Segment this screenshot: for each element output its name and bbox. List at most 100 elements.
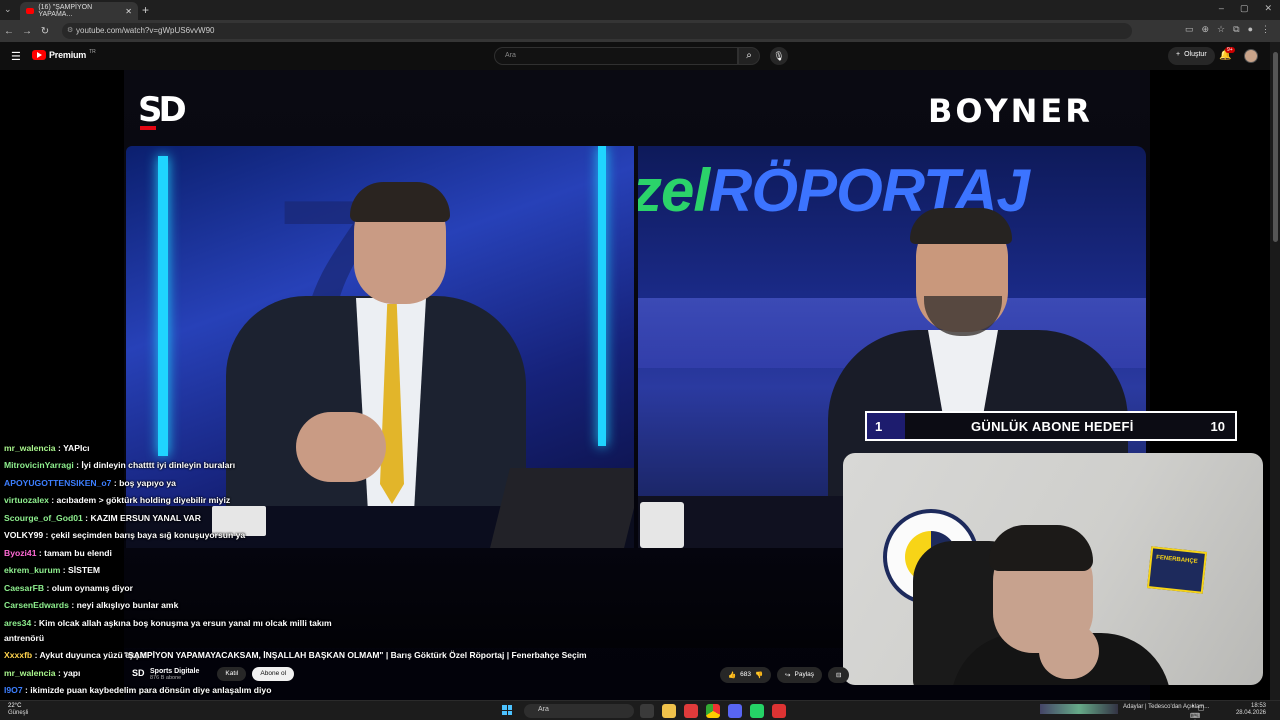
subscriber-goal-overlay: 1 GÜNLÜK ABONE HEDEFİ 10: [865, 411, 1237, 441]
whatsapp-icon[interactable]: [750, 704, 764, 718]
minimize-button[interactable]: –: [1219, 3, 1224, 14]
extension-icons: ▭ ⊕ ☆ ⧉ ● ⋮: [1185, 24, 1270, 35]
zoom-icon[interactable]: ⊕: [1202, 24, 1210, 35]
browser-tab[interactable]: (16) "ŞAMPİYON YAPAMA... ✕: [20, 2, 138, 20]
like-count: 683: [740, 671, 751, 678]
file-explorer-icon[interactable]: [662, 704, 676, 718]
join-button[interactable]: Katıl: [217, 667, 247, 681]
weather-widget[interactable]: 22°C Güneşli: [8, 703, 28, 717]
extensions-icon[interactable]: ⧉: [1233, 24, 1239, 35]
chat-separator: :: [44, 583, 52, 593]
chat-username[interactable]: CarsenEdwards: [4, 600, 69, 610]
chat-username[interactable]: Scourge_of_God01: [4, 513, 83, 523]
page-scrollbar[interactable]: [1270, 42, 1280, 720]
chat-separator: :: [43, 530, 51, 540]
chat-username[interactable]: MitrovicinYarragi: [4, 460, 74, 470]
media-thumbnail[interactable]: [1040, 704, 1118, 714]
tab-title: (16) "ŞAMPİYON YAPAMA...: [38, 4, 93, 18]
windows-start-icon[interactable]: [502, 705, 512, 715]
video-player[interactable]: SD BOYNER 7 zelRÖPORTAJ 1 GÜNLÜK ABONE H…: [0, 70, 1270, 700]
share-button[interactable]: ↪ Paylaş: [777, 667, 823, 683]
tray-icons[interactable]: ⌃ ▢ ⌨ 🔊: [1190, 704, 1209, 720]
channel-row: SD Sports Digitale 876 B abone Katıl Abo…: [132, 667, 295, 681]
chat-text: olum oynamış diyor: [51, 583, 133, 593]
discord-icon[interactable]: [728, 704, 742, 718]
chat-message: CarsenEdwards : neyi alkışlıyo bunlar am…: [4, 600, 178, 610]
chat-separator: :: [48, 495, 57, 505]
search-input[interactable]: Ara: [494, 47, 738, 65]
cast-icon[interactable]: ▭: [1185, 24, 1194, 35]
bookmark-icon: ⊟: [836, 672, 842, 679]
subscriber-count: 876 B abone: [150, 674, 182, 681]
microphone-icon[interactable]: 🎙: [770, 47, 788, 65]
youtube-play-icon: [32, 50, 46, 60]
chat-username[interactable]: virtuozalex: [4, 495, 49, 505]
chat-username[interactable]: Byozi41: [4, 548, 36, 558]
clock[interactable]: 18:53 28.04.2026: [1226, 703, 1266, 717]
notifications-bell-icon[interactable]: 🔔 9+: [1219, 47, 1235, 61]
chat-username[interactable]: I9O7: [4, 685, 23, 695]
avatar[interactable]: [1244, 49, 1258, 63]
browser-menu-icon[interactable]: ⋮: [1261, 24, 1270, 35]
video-actions: 👍 683 👎 ↪ Paylaş ⊟: [720, 667, 850, 683]
thumbs-up-icon: 👍: [728, 672, 737, 679]
forward-arrow-icon[interactable]: →: [18, 26, 36, 37]
chat-username[interactable]: ares34: [4, 618, 31, 628]
sd-logo: SD: [138, 90, 187, 130]
like-button[interactable]: 👍 683 👎: [720, 667, 772, 683]
chrome-icon[interactable]: [706, 704, 720, 718]
chat-username[interactable]: ekrem_kurum: [4, 565, 60, 575]
streamer-hair: [989, 525, 1093, 571]
maximize-button[interactable]: ▢: [1240, 3, 1249, 14]
thumbs-down-icon[interactable]: 👎: [755, 671, 763, 679]
chat-username[interactable]: mr_walencia: [4, 668, 56, 678]
url-text: youtube.com/watch?v=gWpUS6vvW90: [76, 26, 215, 35]
site-info-icon[interactable]: ⚙: [67, 26, 73, 34]
chat-username[interactable]: APOYUGOTTENSIKEN_o7: [4, 478, 111, 488]
system-tray: Adaylar | Tedesco'dan Açıklam... ⌃ ▢ ⌨ 🔊…: [1040, 703, 1266, 720]
reload-icon[interactable]: ↻: [36, 26, 54, 37]
chat-username[interactable]: mr_walencia: [4, 443, 56, 453]
create-button[interactable]: + Oluştur: [1168, 47, 1215, 65]
search-icon[interactable]: ⌕: [738, 47, 760, 65]
chat-separator: :: [60, 565, 69, 575]
chat-message: mr_walencia : yapı: [4, 668, 80, 678]
taskbar-search[interactable]: Ara: [524, 704, 634, 718]
back-arrow-icon[interactable]: ←: [0, 26, 18, 37]
chat-username[interactable]: VOLKY99: [4, 530, 43, 540]
chat-username[interactable]: Xxxxfb: [4, 650, 32, 660]
youtube-header: ☰ Premium TR Ara ⌕ 🎙 + Oluştur 🔔 9+: [0, 42, 1280, 70]
menu-icon[interactable]: ☰: [11, 50, 21, 63]
channel-logo[interactable]: SD: [132, 668, 145, 680]
streamer-webcam: FENERBAHÇE: [843, 453, 1263, 685]
chat-separator: :: [32, 650, 40, 660]
bookmark-star-icon[interactable]: ☆: [1217, 24, 1225, 35]
task-view-icon[interactable]: [640, 704, 654, 718]
app-icon[interactable]: [772, 704, 786, 718]
chat-text: tamam bu elendi: [44, 548, 112, 558]
brave-browser-icon[interactable]: [684, 704, 698, 718]
new-tab-button[interactable]: +: [142, 3, 149, 17]
channel-name[interactable]: Sports Digitale: [150, 668, 199, 675]
chat-text: çekil seçimden barış baya sığ konuşuyors…: [50, 530, 246, 540]
youtube-logo[interactable]: Premium TR: [32, 49, 96, 60]
tab-close-icon[interactable]: ✕: [125, 7, 132, 16]
chat-message: Scourge_of_God01 : KAZIM ERSUN YANAL VAR: [4, 513, 201, 523]
chat-message: Byozi41 : tamam bu elendi: [4, 548, 112, 558]
chat-username[interactable]: CaesarFB: [4, 583, 44, 593]
browser-toolbar: ← → ↻ ⚙ youtube.com/watch?v=gWpUS6vvW90 …: [0, 20, 1280, 42]
window-controls: – ▢ ✕: [1219, 3, 1272, 14]
subscribe-button[interactable]: Abone ol: [252, 667, 295, 681]
scrollbar-thumb[interactable]: [1273, 52, 1278, 242]
chat-separator: :: [68, 600, 77, 610]
chat-text: İyi dinleyin chatttt iyi dinleyin burala…: [81, 460, 236, 470]
address-bar[interactable]: ⚙ youtube.com/watch?v=gWpUS6vvW90: [62, 23, 1132, 39]
chat-message: mr_walencia : YAPIcı: [4, 443, 90, 453]
fenerbahce-flag: FENERBAHÇE: [1146, 546, 1208, 594]
tab-search-icon[interactable]: ⌄: [4, 4, 12, 15]
chat-text: neyi alkışlıyo bunlar amk: [76, 600, 179, 610]
save-button[interactable]: ⊟: [828, 667, 850, 683]
close-window-button[interactable]: ✕: [1264, 3, 1272, 14]
profile-icon[interactable]: ●: [1248, 24, 1253, 35]
chat-text: yapı: [63, 668, 81, 678]
